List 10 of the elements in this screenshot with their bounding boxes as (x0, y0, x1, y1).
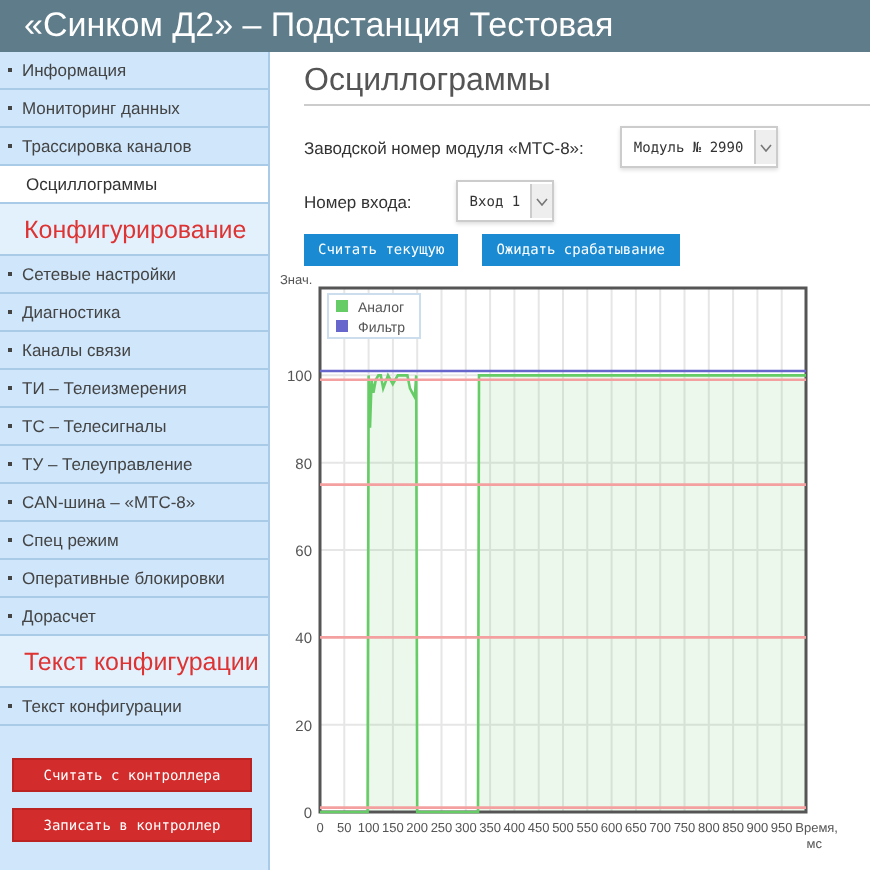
page-title: «Синком Д2» – Подстанция Тестовая (0, 0, 870, 52)
legend-background (327, 293, 421, 339)
section-title: Осциллограммы (304, 60, 870, 106)
field-label: Номер входа: (304, 191, 412, 211)
caret-icon (536, 197, 549, 205)
caret-icon (759, 143, 772, 151)
section-heading: Конфигурирование (0, 204, 268, 256)
field-label: Заводской номер модуля «МТС-8»: (304, 137, 584, 157)
nav-item[interactable]: Осциллограммы (0, 166, 268, 204)
section-heading: Текст конфигурации (0, 636, 268, 688)
